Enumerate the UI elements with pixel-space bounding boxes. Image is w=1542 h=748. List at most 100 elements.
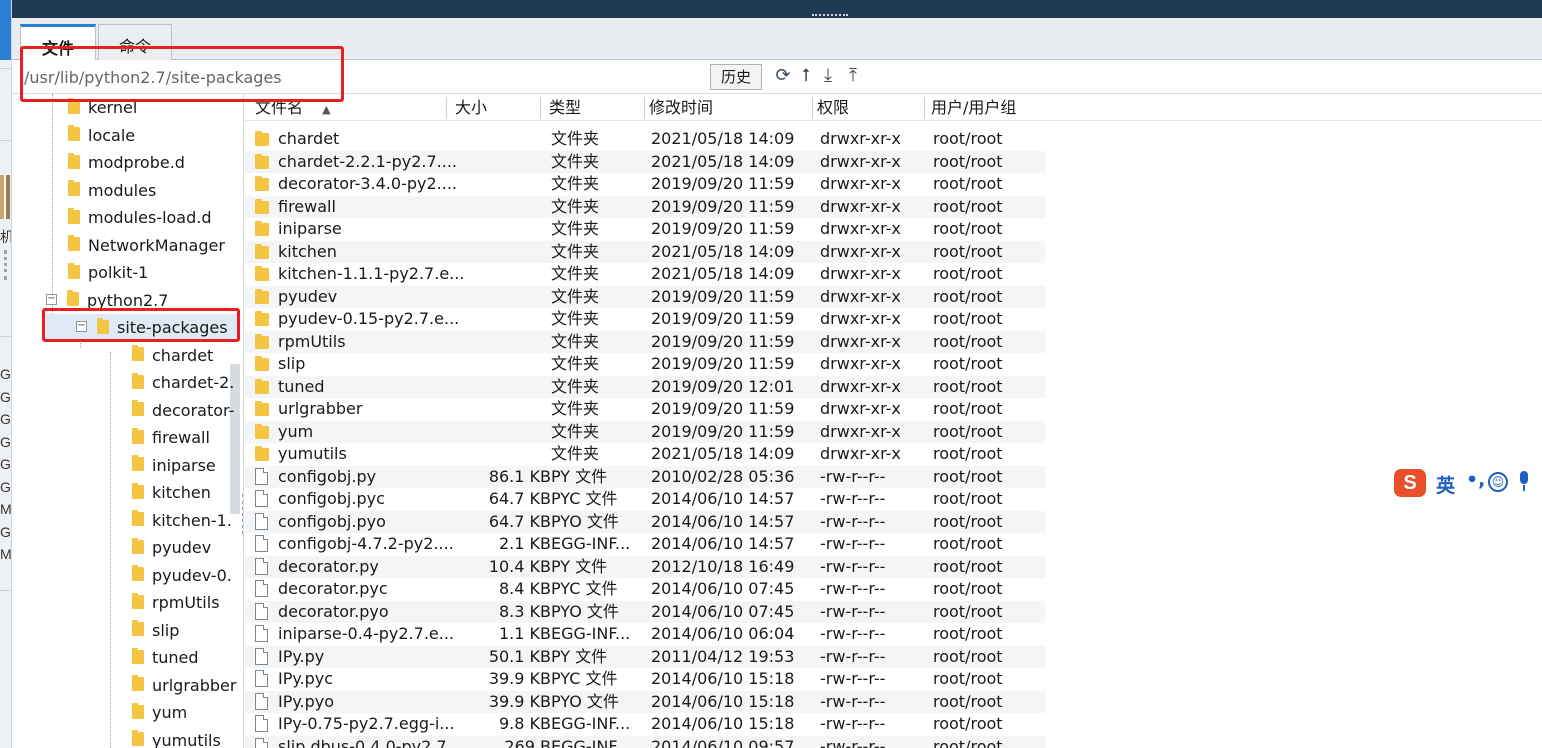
tree-item[interactable]: − python2.7 <box>46 287 168 314</box>
tree-item[interactable]: urlgrabber <box>132 672 236 699</box>
ime-lang-toggle[interactable]: 英 <box>1436 471 1455 498</box>
file-icon <box>255 490 268 507</box>
pane-splitter[interactable] <box>242 494 243 534</box>
ime-punct-toggle[interactable]: •, <box>1466 469 1485 491</box>
file-row[interactable]: firewall 文件夹 2019/09/20 11:59 drwxr-xr-x roo… <box>245 195 1045 218</box>
directory-tree[interactable]: kernel locale modprobe.d modules modules-loa… <box>12 94 244 748</box>
download-icon[interactable]: ⤓ <box>817 64 839 88</box>
file-row[interactable]: decorator-3.4.0-py2.... 文件夹 2019/09/20 11:… <box>245 173 1045 195</box>
file-name: pyudev-0.15-py2.7.e... <box>278 309 460 328</box>
file-row[interactable]: decorator.py 10.4 KB PY 文件 2012/10/18 16:49… <box>245 555 1045 578</box>
tree-item[interactable]: tuned <box>132 644 199 671</box>
window-title-bar <box>0 0 1542 18</box>
file-row[interactable]: IPy-0.75-py2.7.egg-i... 9.8 KB EGG-INF... 2… <box>245 713 1045 735</box>
file-mtime: 2019/09/20 11:59 <box>651 331 795 351</box>
microphone-icon[interactable] <box>1518 471 1530 491</box>
tree-item-label: kitchen <box>152 483 211 502</box>
file-row[interactable]: kitchen-1.1.1-py2.7.e... 文件夹 2021/05/18 14… <box>245 263 1045 285</box>
tree-item[interactable]: firewall <box>132 424 210 451</box>
file-row[interactable]: iniparse 文件夹 2019/09/20 11:59 drwxr-xr-x roo… <box>245 218 1045 240</box>
file-row[interactable]: yumutils 文件夹 2021/05/18 14:09 drwxr-xr-x roo… <box>245 443 1045 465</box>
column-header-size[interactable]: 大小 <box>455 97 541 119</box>
file-row[interactable]: pyudev 文件夹 2019/09/20 11:59 drwxr-xr-x root/… <box>245 285 1045 308</box>
path-input[interactable] <box>24 64 354 90</box>
upload-icon[interactable]: ⤒ <box>842 64 864 88</box>
file-row[interactable]: rpmUtils 文件夹 2019/09/20 11:59 drwxr-xr-x roo… <box>245 330 1045 353</box>
file-row[interactable]: slip.dbus-0.4.0-py2.7.... 269 B EGG-INF...… <box>245 735 1045 748</box>
tree-item[interactable]: slip <box>132 617 179 644</box>
collapse-icon[interactable]: − <box>76 321 87 332</box>
file-mtime: 2014/06/10 09:57 <box>651 736 795 748</box>
folder-icon <box>132 730 144 746</box>
tree-item-label: firewall <box>152 428 210 447</box>
file-row[interactable]: iniparse-0.4-py2.7.e... 1.1 KB EGG-INF... 2… <box>245 623 1045 645</box>
file-size: 1.1 KB <box>499 624 551 643</box>
file-row[interactable]: configobj.py 86.1 KB PY 文件 2010/02/28 05:36… <box>245 465 1045 488</box>
resize-grip[interactable] <box>812 14 848 17</box>
column-header-type[interactable]: 类型 <box>549 97 645 119</box>
file-permissions: drwxr-xr-x <box>820 264 901 283</box>
column-header-mtime[interactable]: 修改时间 <box>649 97 813 119</box>
tree-item[interactable]: kernel <box>68 94 137 121</box>
file-owner: root/root <box>933 714 1003 733</box>
tree-item[interactable]: modules <box>68 177 156 204</box>
file-size: 86.1 KB <box>488 466 551 486</box>
file-row[interactable]: decorator.pyc 8.4 KB PYC 文件 2014/06/10 07:4… <box>245 578 1045 600</box>
tree-item[interactable]: modules-load.d <box>68 204 212 231</box>
tree-item[interactable]: chardet-2. <box>132 369 234 396</box>
collapse-icon[interactable]: − <box>46 293 57 305</box>
up-dir-icon[interactable]: ⭡ <box>795 64 817 88</box>
tree-item[interactable]: locale <box>68 122 135 149</box>
tree-item[interactable]: modprobe.d <box>68 149 185 176</box>
folder-icon <box>132 372 144 389</box>
tab-commands[interactable]: 命令 <box>98 24 172 60</box>
column-header-name[interactable]: 文件名 ▲ <box>255 97 447 119</box>
file-row[interactable]: kitchen 文件夹 2021/05/18 14:09 drwxr-xr-x root… <box>245 240 1045 263</box>
file-type: 文件夹 <box>551 174 600 193</box>
file-permissions: -rw-r--r-- <box>820 466 886 486</box>
tree-item[interactable]: pyudev <box>132 534 211 561</box>
file-row[interactable]: urlgrabber 文件夹 2019/09/20 11:59 drwxr-xr-x r… <box>245 398 1045 420</box>
tree-item[interactable]: pyudev-0. <box>132 562 232 589</box>
column-header-owner[interactable]: 用户/用户组 <box>931 97 1041 119</box>
file-row[interactable]: chardet-2.2.1-py2.7.... 文件夹 2021/05/18 14:… <box>245 150 1045 173</box>
tree-item[interactable]: rpmUtils <box>132 589 220 616</box>
file-list[interactable]: 文件名 ▲ 大小 类型 修改时间 权限 用户/用户组 chardet 文件夹 202… <box>245 94 1542 748</box>
refresh-icon[interactable]: ⟳ <box>772 64 794 88</box>
file-row[interactable]: IPy.py 50.1 KB PY 文件 2011/04/12 19:53 -rw-r-… <box>245 645 1045 668</box>
tree-item[interactable]: chardet <box>132 342 213 369</box>
ime-logo[interactable]: S <box>1394 469 1426 497</box>
tree-item[interactable]: − site-packages <box>44 314 238 341</box>
tab-files[interactable]: 文件 <box>20 24 96 61</box>
splitter-handle[interactable] <box>4 250 7 280</box>
history-button[interactable]: 历史 <box>710 64 762 90</box>
file-name: configobj.pyo <box>278 511 386 531</box>
emoji-icon[interactable]: ☺ <box>1488 472 1508 492</box>
folder-icon <box>255 198 269 214</box>
tree-item[interactable]: polkit-1 <box>68 259 148 286</box>
file-row[interactable]: configobj.pyo 64.7 KB PYO 文件 2014/06/10 14:… <box>245 510 1045 533</box>
tree-item[interactable]: NetworkManager <box>68 232 225 259</box>
tree-item[interactable]: kitchen <box>132 479 211 506</box>
file-row[interactable]: IPy.pyo 39.9 KB PYO 文件 2014/06/10 15:18 -rw-… <box>245 690 1045 713</box>
file-row[interactable]: pyudev-0.15-py2.7.e... 文件夹 2019/09/20 11:5… <box>245 308 1045 330</box>
tree-item[interactable]: kitchen-1. <box>132 507 232 534</box>
file-row[interactable]: decorator.pyo 8.3 KB PYO 文件 2014/06/10 07:4… <box>245 600 1045 623</box>
file-row[interactable]: chardet 文件夹 2021/05/18 14:09 drwxr-xr-x root… <box>245 128 1045 150</box>
file-mtime: 2014/06/10 15:18 <box>651 691 795 711</box>
tree-item[interactable]: yum <box>132 699 187 726</box>
tree-item[interactable]: decorator- <box>132 397 234 424</box>
tree-item[interactable]: yumutils <box>132 727 221 748</box>
file-name: yum <box>278 421 314 441</box>
file-row[interactable]: yum 文件夹 2019/09/20 11:59 drwxr-xr-x root/roo… <box>245 420 1045 443</box>
file-permissions: drwxr-xr-x <box>820 331 901 351</box>
tree-item[interactable]: iniparse <box>132 452 216 479</box>
file-owner: root/root <box>933 174 1003 193</box>
file-row[interactable]: slip 文件夹 2019/09/20 11:59 drwxr-xr-x root/ro… <box>245 353 1045 375</box>
file-type: 文件夹 <box>551 331 600 351</box>
file-row[interactable]: tuned 文件夹 2019/09/20 12:01 drwxr-xr-x root/r… <box>245 375 1045 398</box>
file-row[interactable]: IPy.pyc 39.9 KB PYC 文件 2014/06/10 15:18 -rw-… <box>245 668 1045 690</box>
file-row[interactable]: configobj.pyc 64.7 KB PYC 文件 2014/06/10 14:… <box>245 488 1045 510</box>
file-row[interactable]: configobj-4.7.2-py2.... 2.1 KB EGG-INF... 2… <box>245 533 1045 555</box>
column-header-permissions[interactable]: 权限 <box>817 97 925 119</box>
